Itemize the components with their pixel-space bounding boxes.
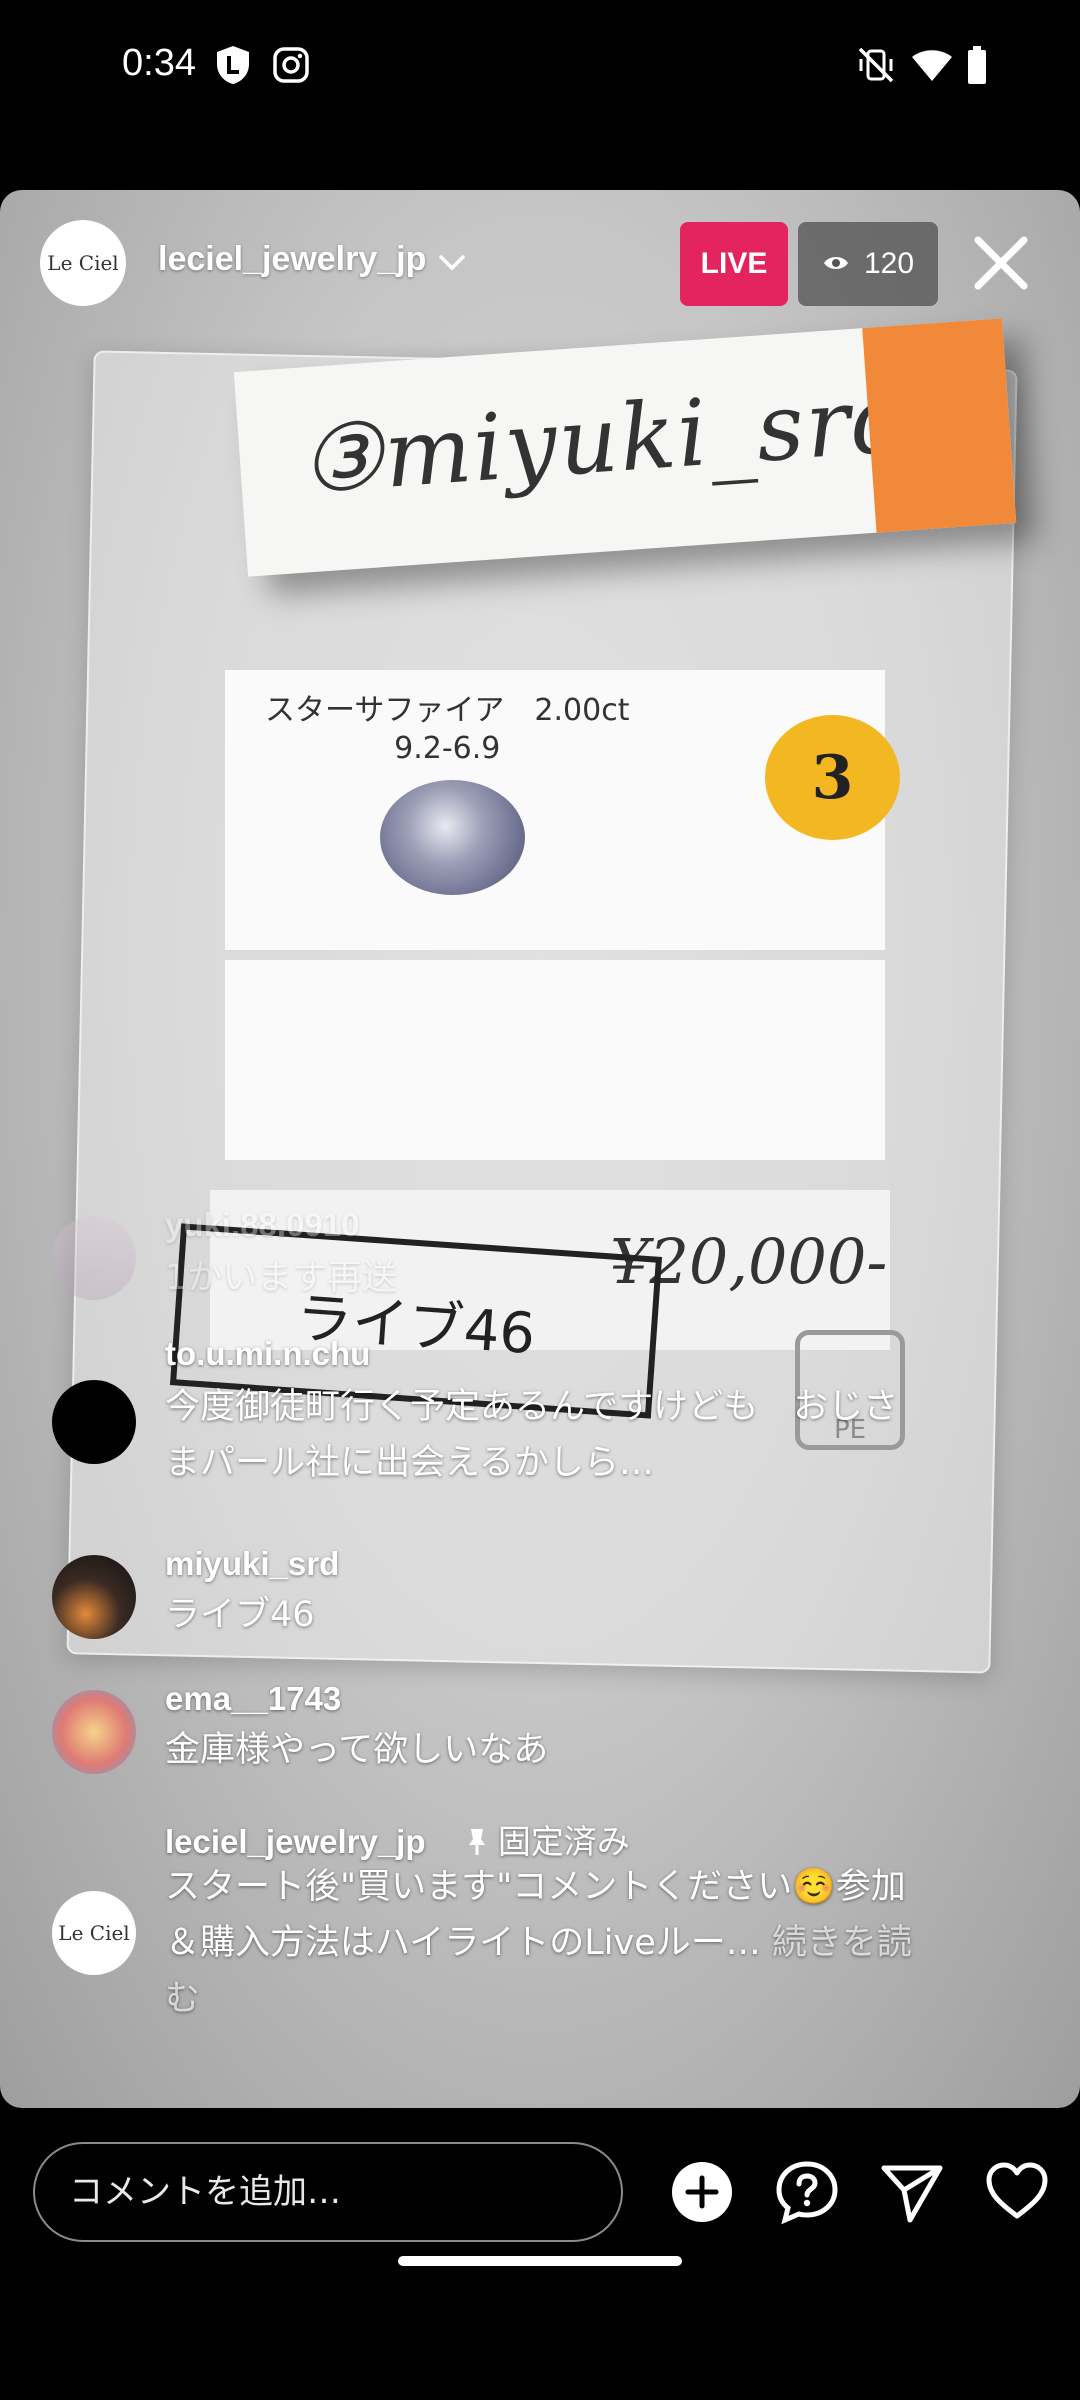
comment-input[interactable]: [33, 2142, 623, 2242]
comment-text: 今度御徒町行く予定あるんですけども おじさまパール社に出会えるかしら…: [165, 1387, 899, 1483]
tag-orange-strip: [862, 318, 1017, 533]
comment-text: ライブ46: [165, 1595, 315, 1635]
pinned-label: 固定済み: [497, 1823, 630, 1860]
card-printed-text: スターサファイア 2.00ct 9.2-6.9: [265, 692, 629, 768]
blank-card: [225, 960, 885, 1160]
vibrate-off-icon: [856, 44, 896, 86]
battery-icon: [966, 44, 988, 86]
comment-text: 1かいます再送: [165, 1258, 398, 1298]
pin-icon: [468, 1829, 485, 1855]
eye-icon: [822, 247, 850, 281]
host-avatar[interactable]: Le Ciel: [40, 220, 126, 306]
avatar[interactable]: [52, 1216, 136, 1300]
heart-icon[interactable]: [985, 2160, 1049, 2224]
comment-username[interactable]: to.u.mi.n.chu: [165, 1335, 370, 1373]
home-indicator[interactable]: [398, 2256, 682, 2266]
shield-l-icon: [215, 44, 251, 86]
card-line-1: スターサファイア 2.00ct: [265, 693, 630, 728]
status-time: 0:34: [122, 42, 196, 84]
pinned-indicator: 固定済み: [465, 1823, 630, 1860]
number-sticker: 3: [765, 715, 900, 840]
add-circle-icon[interactable]: [670, 2160, 734, 2224]
card-line-2: 9.2-6.9: [394, 731, 501, 766]
live-badge: LIVE: [680, 222, 788, 306]
viewer-count-badge[interactable]: 120: [798, 222, 938, 306]
question-bubble-icon[interactable]: [775, 2160, 839, 2225]
avatar[interactable]: [52, 1690, 136, 1774]
tag-handwriting: ③miyuki_srd: [296, 365, 917, 515]
status-bar: 0:34: [0, 0, 1080, 135]
pinned-comment-header: leciel_jewelry_jp 固定済み: [165, 1815, 630, 1863]
star-sapphire-stone: [380, 780, 525, 895]
chevron-down-icon[interactable]: [432, 242, 472, 286]
comment-text: スタート後"買います"コメントください☺️参加＆購入方法はハイライトのLiveル…: [165, 1859, 925, 2027]
host-username[interactable]: leciel_jewelry_jp: [158, 240, 426, 279]
comment-username[interactable]: miyuki_srd: [165, 1545, 339, 1583]
live-header: Le Ciel leciel_jewelry_jp LIVE 120: [0, 190, 1080, 330]
close-icon[interactable]: [966, 228, 1036, 298]
send-icon[interactable]: [880, 2160, 944, 2224]
avatar[interactable]: [52, 1380, 136, 1464]
wifi-icon: [910, 44, 954, 86]
comment-username[interactable]: yuki.88.0910: [165, 1206, 360, 1244]
comment-username[interactable]: ema__1743: [165, 1680, 341, 1718]
comment-text: 金庫様やって欲しいなあ: [165, 1730, 549, 1770]
comment-username[interactable]: leciel_jewelry_jp: [165, 1823, 426, 1860]
instagram-icon: [272, 44, 310, 86]
avatar[interactable]: [52, 1555, 136, 1639]
bottom-bar: [0, 2108, 1080, 2400]
avatar[interactable]: Le Ciel: [52, 1891, 136, 1975]
viewer-count: 120: [863, 247, 915, 280]
